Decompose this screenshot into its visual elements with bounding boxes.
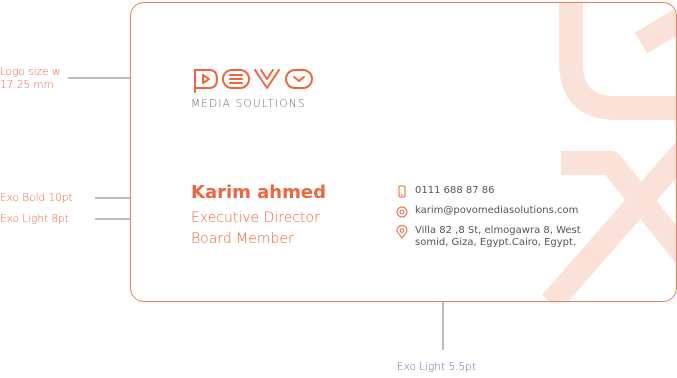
phone-icon bbox=[398, 185, 406, 198]
at-icon bbox=[396, 206, 408, 218]
address-text: Villa 82 ,8 St, elmogawra 8, West somid,… bbox=[415, 225, 581, 249]
phone-number: 0111 688 87 86 bbox=[415, 185, 495, 196]
location-pin-icon bbox=[396, 225, 408, 239]
job-title-line1: Executive Director bbox=[191, 210, 320, 226]
logo-subtitle: MEDIA SOULTIONS bbox=[191, 98, 306, 110]
watermark-graphic bbox=[541, 3, 676, 301]
address-line1: Villa 82 ,8 St, elmogawra 8, West bbox=[415, 225, 581, 236]
povo-logo-icon bbox=[194, 69, 313, 93]
person-name: Karim ahmed bbox=[191, 182, 326, 203]
phone-row: 0111 688 87 86 bbox=[395, 185, 495, 199]
address-line2: somid, Giza, Egypt.Cairo, Egypt. bbox=[415, 237, 577, 248]
job-title-line2: Board Member bbox=[191, 231, 294, 247]
email-address: karim@povomediasolutions.com bbox=[415, 205, 579, 216]
address-row: Villa 82 ,8 St, elmogawra 8, West somid,… bbox=[395, 225, 605, 249]
business-card: MEDIA SOULTIONS Karim ahmed Executive Di… bbox=[130, 2, 677, 302]
email-row: karim@povomediasolutions.com bbox=[395, 205, 578, 219]
